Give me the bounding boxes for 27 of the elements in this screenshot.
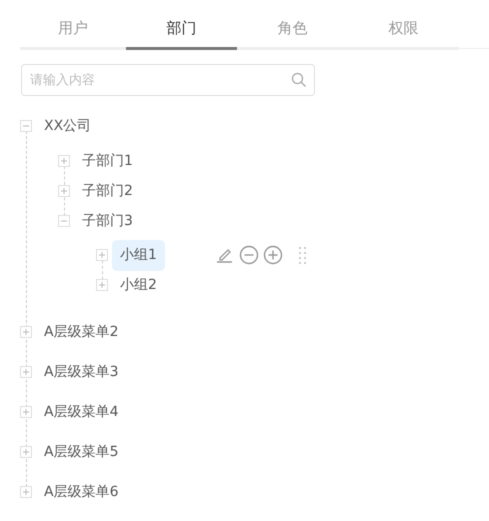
tree-node[interactable]: XX公司 [36,110,100,142]
tree-node[interactable]: A层级菜单3 [36,356,126,388]
search-field[interactable]: 请输入内容 [21,64,315,96]
tree-node[interactable]: 小组1 [112,240,165,270]
plus-circle-icon[interactable] [262,245,283,265]
expand-icon[interactable] [20,366,32,378]
collapse-icon[interactable] [20,120,32,132]
tree-node[interactable]: A层级菜单2 [36,316,126,348]
expand-icon[interactable] [96,249,108,261]
tree-node[interactable]: A层级菜单5 [36,436,126,468]
minus-circle-icon[interactable] [238,245,259,265]
tree-node[interactable]: A层级菜单6 [36,476,126,508]
tab[interactable]: 部门 [126,10,237,50]
expand-icon[interactable] [20,406,32,418]
tree-node[interactable]: 子部门3 [74,206,141,236]
expand-icon[interactable] [58,185,70,197]
collapse-icon[interactable] [58,215,70,227]
expand-icon[interactable] [20,486,32,498]
tree-node[interactable]: A层级菜单4 [36,396,126,428]
expand-icon[interactable] [20,446,32,458]
search-icon [291,72,307,88]
expand-icon[interactable] [96,279,108,291]
expand-icon[interactable] [20,326,32,338]
tree-node[interactable]: 子部门1 [74,146,141,176]
expand-icon[interactable] [58,155,70,167]
tree-node[interactable]: 子部门2 [74,176,141,206]
tree-node[interactable]: 小组2 [112,270,165,300]
